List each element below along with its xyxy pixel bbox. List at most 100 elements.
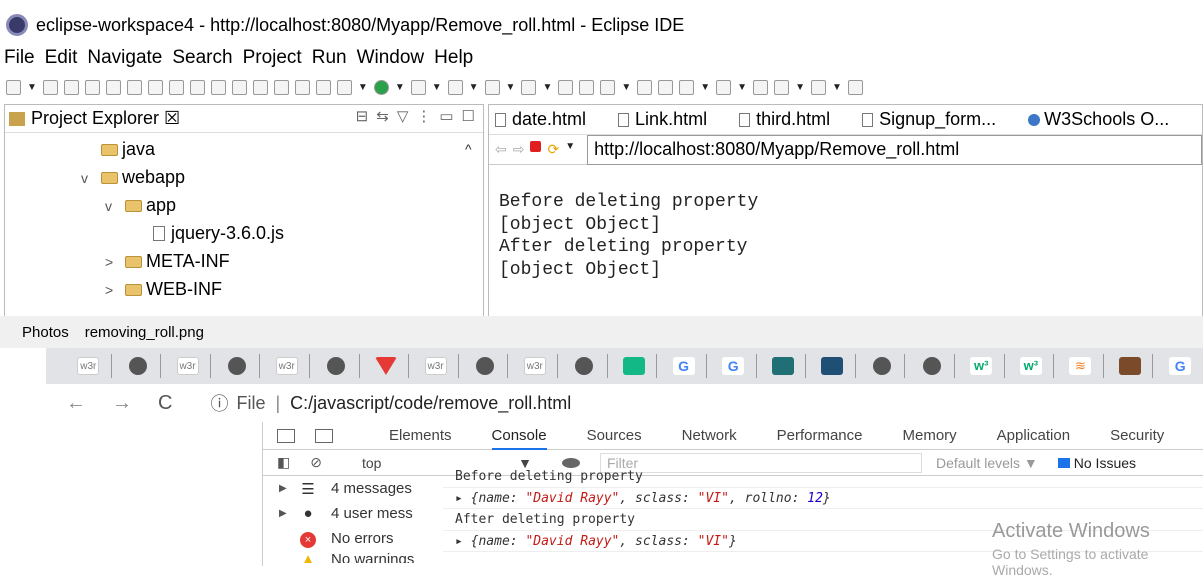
next-annotation-icon[interactable] bbox=[679, 79, 695, 95]
browser-tab[interactable] bbox=[314, 354, 360, 378]
clear-console-icon[interactable]: ⊘ bbox=[310, 454, 322, 471]
tab-third-html[interactable]: third.html bbox=[733, 109, 834, 130]
browser-tab[interactable]: w³ bbox=[959, 354, 1005, 378]
tab-network[interactable]: Network bbox=[682, 427, 737, 444]
browser-tab[interactable]: ≋ bbox=[1058, 354, 1104, 378]
project-explorer-title[interactable]: Project Explorer ☒ bbox=[31, 108, 180, 129]
step-into-icon[interactable] bbox=[231, 79, 247, 95]
drop-frame-icon[interactable] bbox=[294, 79, 310, 95]
step-over-icon[interactable] bbox=[252, 79, 268, 95]
menu-window[interactable]: Window bbox=[357, 47, 425, 69]
url-field[interactable]: http://localhost:8080/Myapp/Remove_roll.… bbox=[587, 134, 1202, 165]
brush-icon[interactable] bbox=[600, 79, 616, 95]
browser-tab[interactable] bbox=[463, 354, 509, 378]
user-messages-filter[interactable]: ▶ ● 4 user mess bbox=[263, 501, 443, 526]
debug-icon[interactable] bbox=[336, 79, 352, 95]
globe-icon[interactable] bbox=[637, 79, 653, 95]
browser-tab[interactable] bbox=[562, 354, 608, 378]
dropdown-arrow-icon[interactable]: ▼ bbox=[432, 82, 442, 93]
dropdown-arrow-icon[interactable]: ▼ bbox=[395, 82, 405, 93]
browser-tab[interactable]: G bbox=[711, 354, 757, 378]
tree-item-app[interactable]: v app bbox=[105, 195, 176, 216]
chevron-down-icon[interactable]: v bbox=[81, 170, 101, 186]
tab-security[interactable]: Security bbox=[1110, 427, 1164, 444]
dropdown-arrow-icon[interactable]: ▼ bbox=[565, 141, 575, 158]
messages-filter[interactable]: ▶ ☰ 4 messages bbox=[263, 476, 443, 501]
tab-application[interactable]: Application bbox=[997, 427, 1070, 444]
browser-tab[interactable]: G bbox=[661, 354, 707, 378]
info-icon[interactable]: ⓘ bbox=[210, 390, 228, 416]
tree-item-web-inf[interactable]: > WEB-INF bbox=[105, 279, 222, 300]
expand-arrow-icon[interactable]: ▶ bbox=[279, 508, 299, 519]
minimize-icon[interactable]: ▭ bbox=[439, 107, 453, 125]
open-type-icon[interactable] bbox=[579, 79, 595, 95]
inspect-element-icon[interactable] bbox=[277, 428, 295, 443]
back-arrow-icon[interactable]: ← bbox=[66, 392, 86, 415]
new-icon[interactable] bbox=[6, 79, 21, 95]
dropdown-arrow-icon[interactable]: ▼ bbox=[795, 82, 805, 93]
browser-tab[interactable]: w3r bbox=[264, 354, 311, 378]
reload-icon[interactable]: C bbox=[158, 392, 172, 415]
tab-elements[interactable]: Elements bbox=[389, 427, 452, 444]
stop-icon[interactable] bbox=[530, 141, 542, 152]
expand-triangle-icon[interactable]: ▸ bbox=[455, 534, 463, 549]
browser-tab[interactable] bbox=[116, 354, 162, 378]
tab-signup-form[interactable]: Signup_form... bbox=[856, 109, 1000, 130]
maximize-icon[interactable]: ☐ bbox=[462, 107, 475, 125]
menu-project[interactable]: Project bbox=[243, 47, 302, 69]
search-tool-icon[interactable] bbox=[658, 79, 674, 95]
browser-tab[interactable] bbox=[612, 354, 658, 378]
disconnect-icon[interactable] bbox=[210, 79, 226, 95]
menu-navigate[interactable]: Navigate bbox=[87, 47, 162, 69]
tab-sources[interactable]: Sources bbox=[587, 427, 642, 444]
stop-server-icon[interactable] bbox=[447, 79, 463, 95]
browser-tab[interactable] bbox=[909, 354, 955, 378]
dropdown-arrow-icon[interactable]: ▼ bbox=[737, 82, 747, 93]
browser-tab[interactable]: w3r bbox=[413, 354, 459, 378]
collapse-all-icon[interactable]: ⊟ bbox=[356, 107, 369, 125]
expand-arrow-icon[interactable]: ▶ bbox=[279, 483, 299, 494]
save-icon[interactable] bbox=[42, 79, 58, 95]
step-return-icon[interactable] bbox=[273, 79, 289, 95]
link-editor-icon[interactable]: ⇆ bbox=[376, 107, 389, 125]
browser-tab[interactable] bbox=[860, 354, 906, 378]
warnings-filter[interactable]: ▲ No warnings bbox=[263, 551, 443, 563]
chevron-down-icon[interactable]: v bbox=[105, 198, 125, 214]
open-folder-icon[interactable] bbox=[558, 79, 574, 95]
forward-icon[interactable]: ⇨ bbox=[513, 141, 525, 158]
filter-icon[interactable]: ▽ bbox=[397, 107, 409, 125]
menu-search[interactable]: Search bbox=[172, 47, 232, 69]
suspend-icon[interactable] bbox=[168, 79, 184, 95]
tab-w3schools[interactable]: W3Schools O... bbox=[1022, 109, 1173, 130]
refresh-icon[interactable]: ⟳ bbox=[547, 141, 559, 158]
tab-memory[interactable]: Memory bbox=[903, 427, 957, 444]
terminate-icon[interactable] bbox=[189, 79, 205, 95]
menu-run[interactable]: Run bbox=[312, 47, 347, 69]
back-icon[interactable]: ⇦ bbox=[495, 141, 507, 158]
browser-tab[interactable]: w3r bbox=[512, 354, 559, 378]
dropdown-arrow-icon[interactable]: ▼ bbox=[621, 82, 631, 93]
menu-help[interactable]: Help bbox=[434, 47, 473, 69]
tab-performance[interactable]: Performance bbox=[777, 427, 863, 444]
resume-icon[interactable] bbox=[147, 79, 163, 95]
browser-tab[interactable] bbox=[761, 354, 807, 378]
tree-item-java[interactable]: java bbox=[101, 139, 155, 160]
forward-arrow-icon[interactable]: → bbox=[112, 392, 132, 415]
check-icon[interactable] bbox=[84, 79, 100, 95]
pin-editor-icon[interactable] bbox=[847, 79, 863, 95]
address-url[interactable]: C:/javascript/code/remove_roll.html bbox=[290, 393, 571, 414]
browser-tab[interactable]: G bbox=[1157, 354, 1203, 378]
forward-icon[interactable] bbox=[810, 79, 826, 95]
device-toolbar-icon[interactable] bbox=[315, 428, 333, 443]
dropdown-arrow-icon[interactable]: ▼ bbox=[358, 82, 368, 93]
browser-tab[interactable] bbox=[810, 354, 856, 378]
menu-edit[interactable]: Edit bbox=[45, 47, 78, 69]
menu-file[interactable]: File bbox=[4, 47, 35, 69]
chevron-right-icon[interactable]: > bbox=[105, 282, 125, 298]
tree-item-meta-inf[interactable]: > META-INF bbox=[105, 251, 230, 272]
save-all-icon[interactable] bbox=[63, 79, 79, 95]
run-icon[interactable] bbox=[373, 79, 389, 95]
tab-link-html[interactable]: Link.html bbox=[612, 109, 711, 130]
run-server-icon[interactable] bbox=[410, 79, 426, 95]
dropdown-arrow-icon[interactable]: ▼ bbox=[506, 82, 516, 93]
